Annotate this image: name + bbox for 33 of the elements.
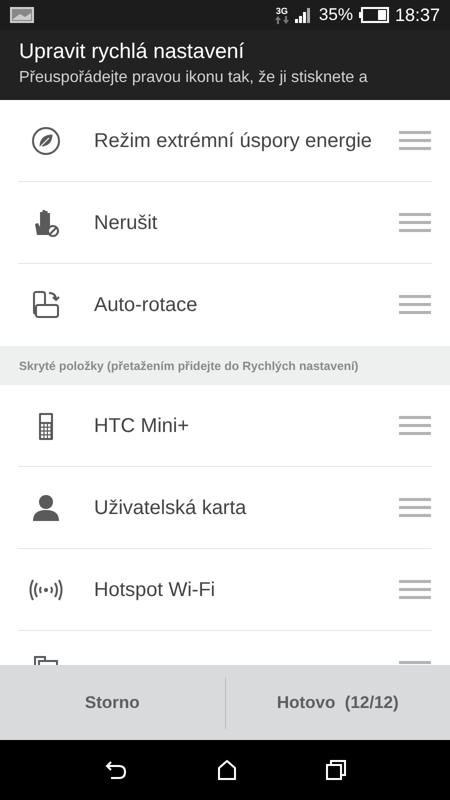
setting-label: Nerušit [94,212,158,234]
drag-handle-icon[interactable] [399,661,431,664]
hotspot-icon [29,578,63,602]
rotate-screen-icon [30,289,62,321]
setting-label: HTC Mini+ [94,415,190,437]
setting-label: Uživatelská karta [94,497,246,519]
recent-apps-icon[interactable] [326,760,346,780]
drag-handle-icon[interactable] [399,498,431,518]
battery-percent: 35% [318,4,353,26]
clock: 18:37 [394,4,440,26]
drag-handle-icon[interactable] [399,213,431,233]
drag-handle-icon[interactable] [399,295,431,315]
drag-handle-icon[interactable] [399,416,431,436]
action-button[interactable]: Storno [0,665,224,740]
drag-handle-icon[interactable] [399,580,431,600]
windows-icon [34,656,58,665]
section-title: Skryté položky (přetažením přidejte do Rychlých nastavení) [19,358,358,374]
signal-icon [294,7,313,23]
battery-icon [358,7,389,23]
back-icon[interactable] [104,760,128,780]
home-icon[interactable] [216,760,237,780]
setting-label: Hotspot Wi-Fi [94,579,216,601]
data-arrows-icon [274,16,289,24]
screen-subtitle: Přeuspořádejte pravou ikonu tak, že ji stisknete a [19,68,369,88]
person-icon [30,492,62,524]
network-type: 3G [276,6,288,16]
leaf-icon [30,125,62,157]
setting-label: Režim extrémní úspory energie [94,130,372,152]
setting-label: Auto-rotace [94,294,198,316]
drag-handle-icon[interactable] [399,131,431,151]
action-button[interactable]: Hotovo (12/12) [226,665,450,740]
picture-notification-icon [10,7,34,23]
screen-title: Upravit rychlá nastavení [19,39,246,65]
